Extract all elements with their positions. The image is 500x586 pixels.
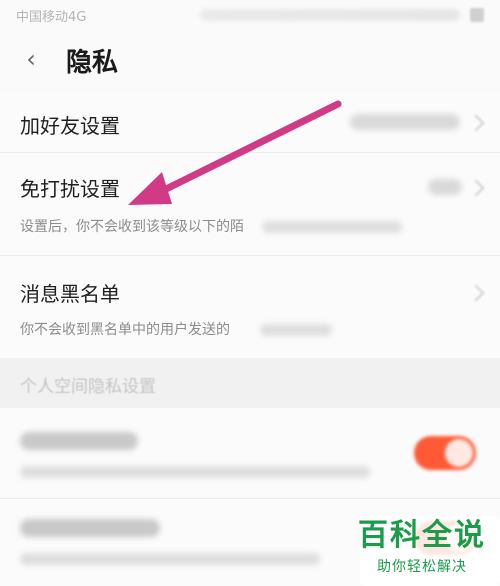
- chevron-right-icon: [467, 284, 485, 302]
- row-title: 加好友设置: [20, 114, 120, 138]
- row-description-blurred: [262, 221, 402, 233]
- row-space-privacy-1[interactable]: [0, 408, 500, 498]
- row-description-blurred: [20, 553, 320, 565]
- toggle-switch[interactable]: [414, 436, 476, 470]
- row-title: 免打扰设置: [20, 177, 120, 201]
- chevron-right-icon: [467, 114, 485, 132]
- battery-icon: [470, 8, 484, 22]
- status-bar: 中国移动4G: [0, 0, 500, 30]
- back-button[interactable]: ‹: [16, 44, 46, 74]
- section-header: 个人空间隐私设置: [0, 358, 500, 408]
- row-title-blurred: [20, 519, 160, 537]
- row-add-friend-settings[interactable]: 加好友设置: [0, 92, 500, 152]
- row-do-not-disturb[interactable]: 免打扰设置 设置后，你不会收到该等级以下的陌: [0, 153, 500, 255]
- watermark: 百科全说 助你轻松解决: [358, 510, 486, 576]
- nav-bar: ‹ 隐私: [0, 30, 500, 92]
- chevron-right-icon: [467, 179, 485, 197]
- row-title: 消息黑名单: [20, 282, 120, 306]
- row-message-blacklist[interactable]: 消息黑名单 你不会收到黑名单中的用户发送的: [0, 256, 500, 358]
- carrier-label: 中国移动4G: [16, 10, 87, 25]
- status-icons: [200, 9, 460, 21]
- toggle-knob: [445, 439, 473, 467]
- section-header-label: 个人空间隐私设置: [20, 377, 156, 397]
- row-description: 设置后，你不会收到该等级以下的陌: [20, 219, 244, 235]
- watermark-subtitle: 助你轻松解决: [377, 559, 467, 575]
- page-title: 隐私: [66, 48, 119, 78]
- row-title-blurred: [20, 432, 138, 450]
- row-description-blurred: [20, 466, 370, 478]
- row-description: 你不会收到黑名单中的用户发送的: [20, 322, 230, 338]
- watermark-title: 百科全说: [358, 518, 486, 553]
- row-value: [428, 179, 462, 195]
- row-value: [350, 114, 460, 130]
- row-description-blurred: [260, 324, 332, 336]
